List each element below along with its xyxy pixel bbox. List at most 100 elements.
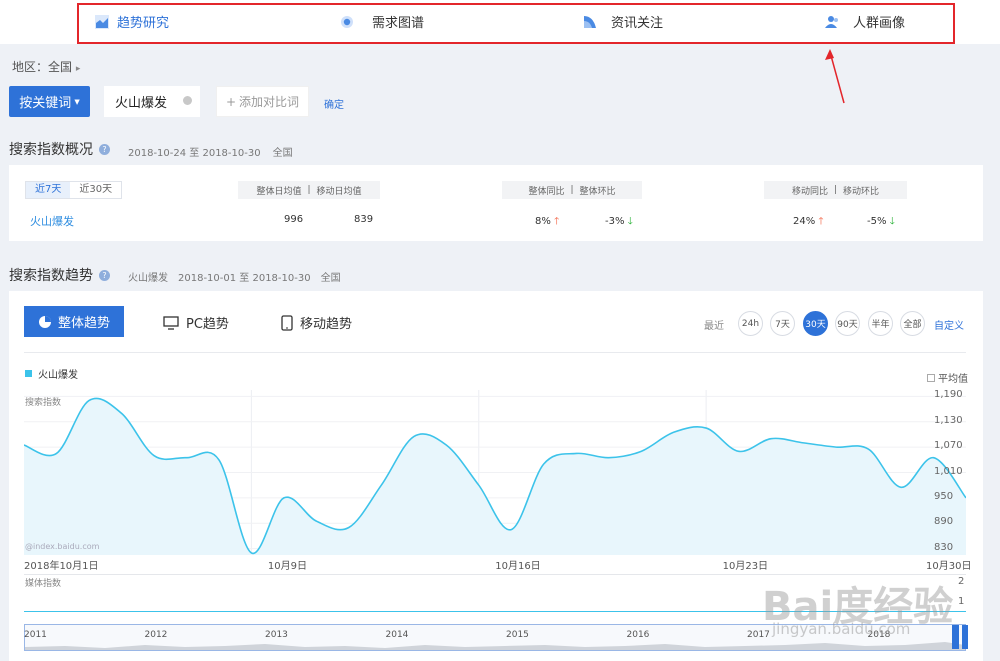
arrow-up-icon: 🡑 [554,216,560,227]
timeline-year-label: 2014 [385,630,409,640]
overview-card [9,165,983,241]
range-label: 最近 [704,321,724,332]
range-7d[interactable]: 7天 [770,311,795,336]
data-point[interactable] [87,399,91,403]
data-point[interactable] [412,435,416,439]
x-tick-label: 10月30日 [926,561,972,572]
checkbox-icon[interactable] [927,373,935,382]
data-point[interactable] [639,449,643,453]
data-point[interactable] [249,551,253,555]
chart-legend[interactable]: 火山爆发 [25,366,78,381]
data-point[interactable] [314,519,318,523]
arrow-down-icon: 🡓 [889,216,895,227]
data-point[interactable] [152,454,156,458]
phone-icon [281,314,293,331]
data-point[interactable] [509,528,513,532]
data-point[interactable] [217,458,221,462]
tab-7-days[interactable]: 近7天 [26,182,71,198]
y-tick-label: 890 [934,516,954,528]
timeline-year-label: 2012 [144,630,168,640]
timeline-handle-right[interactable] [962,625,968,649]
media-index-label: 媒体指数 [25,579,62,589]
red-arrow-annotation [825,49,845,104]
average-toggle[interactable]: 平均值 [927,370,968,385]
chevron-right-icon: ▸ [75,64,81,74]
data-point[interactable] [704,426,708,430]
data-point[interactable] [347,526,351,530]
data-point[interactable] [899,485,903,489]
overview-meta: 2018-10-24 至 2018-10-30 全国 [128,148,293,159]
data-point[interactable] [574,451,578,455]
data-point[interactable] [282,496,286,500]
data-point[interactable] [54,451,58,455]
arrow-down-icon: 🡓 [627,216,633,227]
source-watermark: @index.baidu.com [25,542,100,551]
mobile-mom-value: -5% 🡓 [867,216,895,227]
y-tick-label: 1,010 [934,465,963,477]
y-tick-label: 950 [934,490,954,502]
data-point[interactable] [477,483,481,487]
remove-keyword-icon[interactable] [183,96,192,105]
data-point[interactable] [769,437,773,441]
range-half-year[interactable]: 半年 [868,311,893,336]
mobile-yoy-value: 24% 🡑 [793,216,824,227]
tab-mobile-trend[interactable]: 移动趋势 [281,313,352,332]
y-tick-label: 1,130 [934,414,963,426]
search-index-chart[interactable] [24,390,966,555]
data-point[interactable] [802,441,806,445]
data-point[interactable] [834,445,838,449]
y-tick-label: 1,070 [934,440,963,452]
timeline-year-label: 2015 [506,630,529,640]
legend-swatch [25,370,32,377]
period-tabs: 近7天 近30天 [25,181,123,199]
x-tick-label: 2018年10月1日 [24,561,99,572]
data-point[interactable] [932,456,936,460]
data-point[interactable] [867,447,871,451]
top-nav: 趋势研究 需求图谱 资讯关注 人群画像 [0,0,1000,44]
pie-chart-icon [38,315,51,328]
data-point[interactable] [119,411,123,415]
range-24h[interactable]: 24h [738,311,763,336]
region-selector[interactable]: 地区：全国 ▸ [12,58,80,75]
overview-title: 搜索指数概况? [9,139,110,159]
data-point[interactable] [737,449,741,453]
custom-range-link[interactable]: 自定义 [934,317,964,332]
divider [24,352,966,353]
mom-value: -3% 🡓 [605,216,633,227]
overview-keyword-link[interactable]: 火山爆发 [30,213,74,229]
timeline-year-label: 2016 [626,630,650,640]
highlight-box [77,3,955,44]
help-icon[interactable]: ? [99,143,110,155]
range-all[interactable]: 全部 [900,311,925,336]
x-tick-label: 10月23日 [722,561,769,572]
tab-overall-trend[interactable]: 整体趋势 [24,306,124,337]
confirm-button[interactable]: 确定 [324,96,344,111]
keyword-tag[interactable]: 火山爆发 [104,86,200,117]
media-tick: 2 [958,576,965,587]
data-point[interactable] [444,443,448,447]
add-compare-button[interactable]: + 添加对比词 [216,86,309,117]
yoy-header: 整体同比 | 整体环比 [502,181,642,199]
plus-icon: + [225,94,237,109]
range-30d[interactable]: 30天 [803,311,828,336]
tab-30-days[interactable]: 近30天 [70,182,121,198]
keyword-mode-button[interactable]: 按关键词 ▼ [9,86,90,117]
x-tick-label: 10月9日 [267,561,307,572]
range-90d[interactable]: 90天 [835,311,860,336]
mobile-yoy-header: 移动同比 | 移动环比 [764,181,907,199]
data-point[interactable] [184,456,188,460]
baidu-jingyan-url: jingyan.baidu.com [772,620,911,638]
y-tick-label: 830 [934,541,954,553]
data-point[interactable] [607,456,611,460]
monitor-icon [163,315,179,330]
data-point[interactable] [542,462,546,466]
data-point[interactable] [672,430,676,434]
arrow-up-icon: 🡑 [818,216,824,227]
data-point[interactable] [379,483,383,487]
trend-meta: 火山爆发 2018-10-01 至 2018-10-30 全国 [128,273,341,284]
tab-pc-trend[interactable]: PC趋势 [163,313,229,332]
help-icon[interactable]: ? [99,269,110,281]
media-tick: 1 [958,596,965,607]
avg-value: 996 [284,214,304,225]
timeline-year-label: 2011 [24,630,47,640]
